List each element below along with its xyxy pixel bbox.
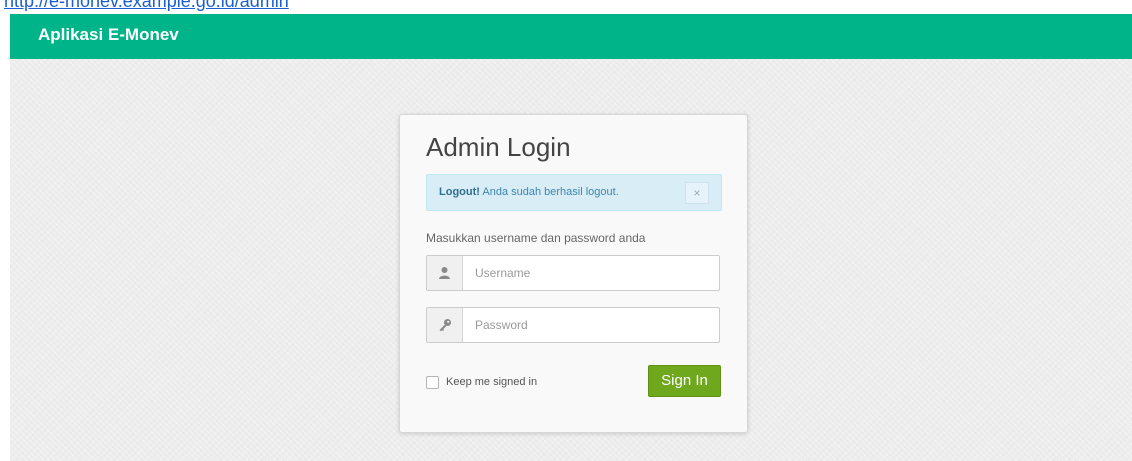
sign-in-button[interactable]: Sign In: [648, 365, 721, 397]
remember-label[interactable]: Keep me signed in: [446, 376, 537, 388]
alert-text: Logout! Anda sudah berhasil logout.: [439, 186, 619, 198]
alert-strong: Logout!: [439, 186, 480, 198]
alert-message: Anda sudah berhasil logout.: [479, 186, 619, 198]
top-navbar: Aplikasi E-Monev: [10, 14, 1132, 59]
page-title: Admin Login: [426, 132, 571, 162]
login-hint: Masukkan username dan password anda: [426, 231, 646, 245]
login-card: Admin Login Logout! Anda sudah berhasil …: [399, 114, 748, 433]
close-icon[interactable]: ×: [685, 182, 709, 204]
password-input[interactable]: [464, 308, 719, 342]
key-icon: [427, 308, 463, 342]
password-field: [426, 307, 720, 343]
username-field: [426, 255, 720, 291]
main-content: Admin Login Logout! Anda sudah berhasil …: [10, 59, 1132, 461]
remember-checkbox[interactable]: [426, 376, 439, 389]
username-input[interactable]: [464, 256, 719, 290]
logout-alert: Logout! Anda sudah berhasil logout. ×: [426, 174, 722, 211]
address-link-strip: http://e-monev.example.go.id/admin: [0, 0, 1132, 14]
page: http://e-monev.example.go.id/admin Aplik…: [0, 0, 1132, 461]
url-link[interactable]: http://e-monev.example.go.id/admin: [4, 0, 289, 12]
app-brand[interactable]: Aplikasi E-Monev: [38, 25, 179, 45]
user-icon: [427, 256, 463, 290]
